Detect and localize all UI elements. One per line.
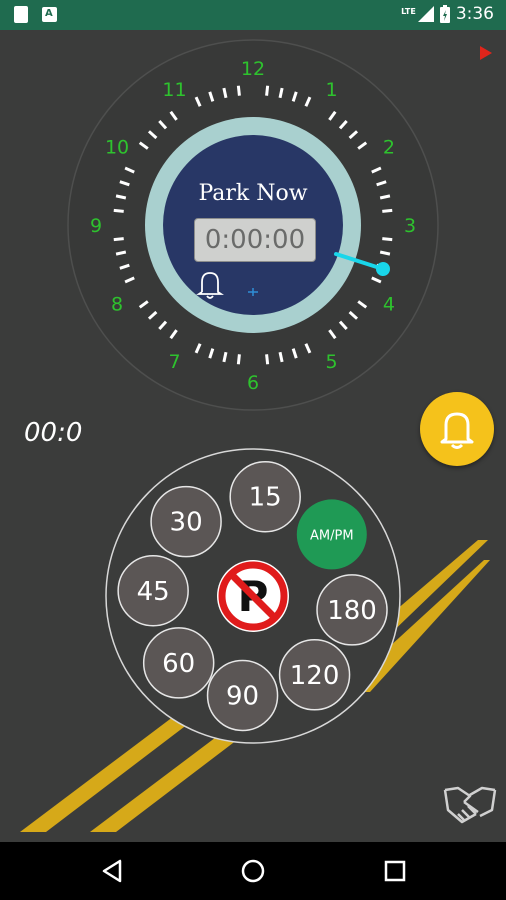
clock-hour-label: 6 bbox=[247, 372, 259, 394]
clock-hour-label: 10 bbox=[105, 137, 129, 159]
clock-hour-label: 9 bbox=[90, 215, 102, 237]
clock-tick bbox=[265, 85, 270, 96]
clock-tick bbox=[379, 250, 391, 256]
duration-button-60[interactable]: 60 bbox=[142, 627, 215, 699]
duration-button-30[interactable]: 30 bbox=[150, 485, 222, 558]
clock-tick bbox=[265, 354, 270, 365]
handshake-icon[interactable] bbox=[440, 780, 500, 830]
clock-tick bbox=[113, 208, 124, 213]
duration-button-45[interactable]: 45 bbox=[117, 555, 189, 627]
duration-button-label: 15 bbox=[249, 483, 282, 513]
clock-hand-knob[interactable] bbox=[376, 262, 390, 276]
duration-dial: 15 AM/PM 180 120 90 60 45 30 P bbox=[20, 448, 490, 832]
clock-tick bbox=[382, 208, 393, 213]
lte-label: LTE bbox=[401, 6, 416, 16]
duration-button-15[interactable]: 15 bbox=[229, 460, 301, 533]
clock-tick bbox=[115, 250, 127, 256]
app-notification-icon bbox=[42, 7, 57, 22]
no-parking-sign[interactable]: P bbox=[217, 560, 289, 632]
timer-display: 0:00:00 bbox=[194, 218, 316, 262]
park-now-title[interactable]: Park Now bbox=[170, 181, 336, 206]
clock-tick bbox=[379, 194, 391, 200]
clock-tick bbox=[113, 237, 124, 242]
duration-button-180[interactable]: 180 bbox=[316, 574, 388, 646]
clock-tick bbox=[236, 85, 241, 96]
duration-button-120[interactable]: 120 bbox=[278, 639, 351, 711]
clock-tick bbox=[115, 194, 127, 200]
clock-hour-label: 5 bbox=[325, 351, 337, 373]
clock-hour-label: 4 bbox=[383, 294, 395, 316]
clock-hour-label: 3 bbox=[404, 215, 416, 237]
duration-button-label: 30 bbox=[170, 508, 203, 538]
clock-hour-label: 8 bbox=[111, 294, 123, 316]
navigation-bar bbox=[0, 842, 506, 900]
status-bar: LTE 3:36 bbox=[0, 0, 506, 30]
home-icon[interactable] bbox=[238, 856, 268, 886]
recents-icon[interactable] bbox=[380, 856, 410, 886]
duration-button-label: 90 bbox=[226, 681, 259, 711]
battery-icon bbox=[439, 5, 450, 23]
sd-card-icon bbox=[14, 6, 28, 23]
ampm-button[interactable]: AM/PM bbox=[296, 499, 367, 570]
clock-hour-label: 2 bbox=[383, 137, 395, 159]
clock-tick bbox=[236, 354, 241, 365]
clock-tick bbox=[222, 351, 228, 363]
clock-hour-label: 11 bbox=[162, 79, 186, 101]
back-icon[interactable] bbox=[98, 856, 128, 886]
duration-button-label: 60 bbox=[162, 649, 195, 679]
signal-icon bbox=[417, 6, 434, 22]
clock-hour-label: 12 bbox=[241, 58, 265, 80]
clock-hour-label: 7 bbox=[168, 351, 180, 373]
duration-button-label: AM/PM bbox=[310, 528, 354, 543]
clock-tick bbox=[278, 87, 284, 99]
duration-button-label: 180 bbox=[327, 596, 377, 626]
duration-button-label: 45 bbox=[137, 577, 170, 607]
clock-hour-label: 1 bbox=[325, 79, 337, 101]
clock-tick bbox=[278, 351, 284, 363]
duration-button-label: 120 bbox=[290, 661, 340, 691]
duration-button-90[interactable]: 90 bbox=[206, 659, 279, 732]
clock-tick bbox=[222, 87, 228, 99]
clock-time: 3:36 bbox=[455, 4, 494, 24]
clock-tick bbox=[382, 237, 393, 242]
